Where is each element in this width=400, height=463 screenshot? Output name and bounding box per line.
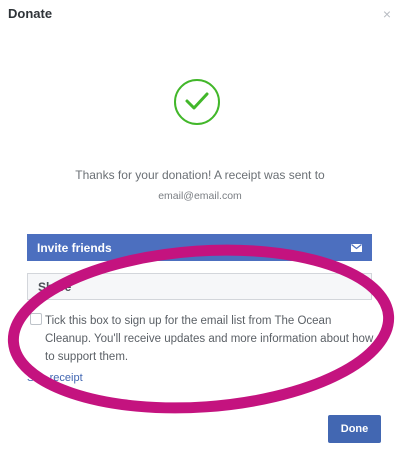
close-icon[interactable]: × — [383, 6, 391, 22]
share-button[interactable]: Share — [27, 273, 372, 300]
invite-friends-label: Invite friends — [37, 240, 112, 255]
donate-dialog: Donate × Thanks for your donation! A rec… — [0, 0, 400, 463]
check-circle-icon — [174, 79, 220, 125]
share-label: Share — [38, 279, 72, 294]
email-signup-label: Tick this box to sign up for the email l… — [45, 315, 374, 363]
done-button[interactable]: Done — [328, 415, 381, 443]
email-signup-checkbox[interactable] — [30, 313, 42, 325]
receipt-email: email@email.com — [158, 190, 242, 202]
dialog-title: Donate — [8, 6, 53, 21]
see-receipt-link[interactable]: See receipt — [27, 372, 83, 384]
thanks-message: Thanks for your donation! A receipt was … — [75, 168, 325, 182]
envelope-icon — [351, 241, 362, 255]
highlight-ellipse — [7, 244, 395, 414]
invite-friends-button[interactable]: Invite friends — [27, 234, 372, 261]
